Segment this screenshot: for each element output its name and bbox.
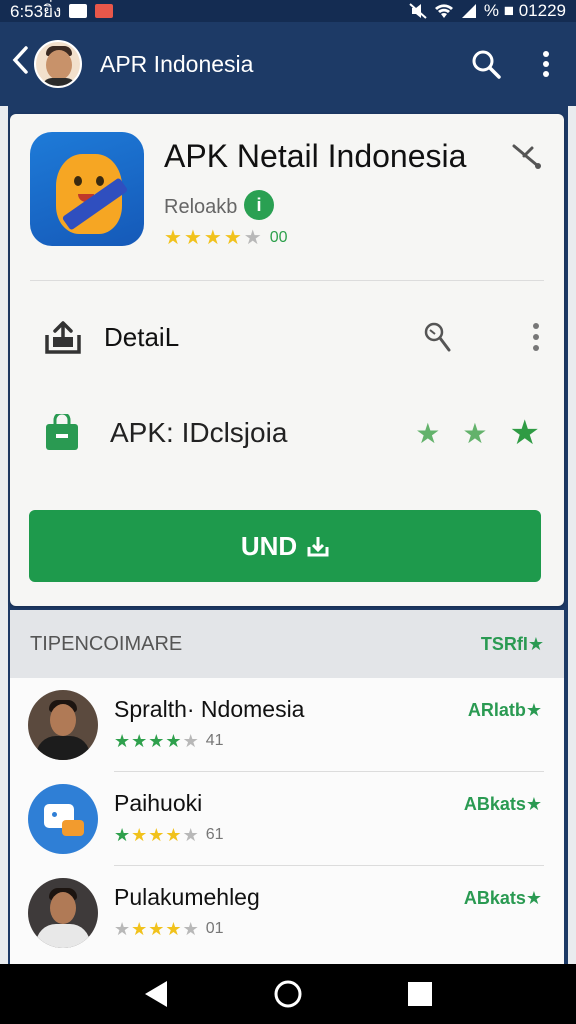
list-item-title: Pulakumehleg xyxy=(114,884,260,910)
mute-icon xyxy=(409,3,427,19)
nav-home-button[interactable] xyxy=(268,974,308,1014)
upload-icon xyxy=(45,321,81,354)
list-item-rating: ★ ★ ★ ★ ★ 41 xyxy=(114,731,224,751)
detail-row[interactable]: DetaiL xyxy=(44,310,540,364)
list-item-title: Paihuoki xyxy=(114,790,203,816)
tools-icon xyxy=(512,144,541,169)
star-icon: ★ xyxy=(415,417,441,449)
rating-count: 61 xyxy=(205,826,224,843)
apk-label: APK: IDclsjoia xyxy=(110,417,288,448)
list-item-rating: ★ ★ ★ ★ ★ 61 xyxy=(114,825,224,845)
download-icon xyxy=(307,537,329,557)
star-icon: ★ xyxy=(243,227,262,249)
search-icon[interactable] xyxy=(422,320,452,354)
signal-icon xyxy=(461,4,476,18)
section-more-link[interactable]: TSRfI★ xyxy=(481,634,544,655)
rating-count: 41 xyxy=(205,732,224,749)
avatar xyxy=(28,690,98,760)
app-notification-icon xyxy=(95,4,114,18)
more-vert-icon[interactable] xyxy=(532,322,540,352)
section-header: TIPENCOIMARE TSRfI★ xyxy=(10,610,564,678)
star-icon: ★ xyxy=(509,414,540,452)
notification-icon xyxy=(69,4,88,18)
list-item-rating: ★ ★ ★ ★ ★ 01 xyxy=(114,919,224,939)
app-title: APK Netail Indonesia xyxy=(164,138,467,174)
shopping-bag-icon xyxy=(46,414,78,450)
apk-row[interactable]: APK: IDclsjoia ★ ★ ★ xyxy=(44,406,540,460)
app-developer[interactable]: Reloakb xyxy=(164,196,237,219)
star-icon: ★ xyxy=(462,417,488,449)
list-item[interactable]: Paihuoki ★ ★ ★ ★ ★ 61 ABkats★ xyxy=(10,772,564,866)
nav-recents-button[interactable] xyxy=(400,974,440,1014)
avatar[interactable] xyxy=(34,40,82,88)
rating-count: 01 xyxy=(205,920,224,937)
back-button[interactable] xyxy=(0,45,34,83)
detail-label: DetaiL xyxy=(104,321,180,352)
list-item[interactable]: Pulakumehleg ★ ★ ★ ★ ★ 01 ABkats★ xyxy=(10,866,564,960)
nav-back-button[interactable] xyxy=(136,974,176,1014)
list-item-action[interactable]: ARlatb★ xyxy=(468,700,542,721)
star-icon: ★ xyxy=(164,227,182,249)
app-rating: ★ ★ ★ ★ ★ 00 xyxy=(164,228,287,248)
home-circle-icon xyxy=(274,980,302,1008)
search-icon xyxy=(472,50,501,79)
recents-square-icon xyxy=(408,982,432,1006)
wifi-icon xyxy=(434,4,453,18)
install-button[interactable]: UND xyxy=(29,510,541,582)
left-edge xyxy=(0,106,8,964)
recommendation-section: TIPENCOIMARE TSRfI★ Spralth· Ndomesia ★ ★… xyxy=(10,610,564,964)
more-vert-icon xyxy=(543,51,549,77)
star-icon: ★ xyxy=(203,227,222,249)
list-item[interactable]: Spralth· Ndomesia ★ ★ ★ ★ ★ 41 ARlatb★ xyxy=(10,678,564,772)
list-item-title: Spralth· Ndomesia xyxy=(114,696,305,722)
right-edge xyxy=(568,106,576,964)
page-title: APR Indonesia xyxy=(100,50,254,77)
app-icon xyxy=(28,784,98,854)
list-item-action[interactable]: ABkats★ xyxy=(464,794,542,815)
install-label: UND xyxy=(240,530,298,561)
section-title: TIPENCOIMARE xyxy=(30,632,183,655)
app-icon[interactable] xyxy=(30,132,144,246)
battery-text: % ■ 01229 xyxy=(483,1,566,20)
divider xyxy=(30,280,544,281)
star-icon: ★ xyxy=(183,227,202,249)
system-nav-bar xyxy=(0,964,576,1024)
back-triangle-icon xyxy=(145,981,167,1007)
rating-count: 00 xyxy=(269,229,288,246)
status-time: 6:53ยิ่ง xyxy=(10,1,62,21)
app-detail-card: APK Netail Indonesia Reloakb i ★ ★ ★ ★ ★… xyxy=(10,114,564,606)
avatar xyxy=(28,878,98,948)
share-button[interactable] xyxy=(510,142,544,172)
verified-badge-icon: i xyxy=(244,190,274,220)
list-item-action[interactable]: ABkats★ xyxy=(464,888,542,909)
chevron-left-icon xyxy=(12,46,28,74)
overflow-menu-button[interactable] xyxy=(516,34,576,94)
search-button[interactable] xyxy=(456,34,516,94)
app-bar: APR Indonesia xyxy=(0,22,576,106)
status-bar: 6:53ยิ่ง % ■ 01229 xyxy=(0,0,576,22)
star-icon: ★ xyxy=(223,227,242,249)
apk-stars: ★ ★ ★ xyxy=(415,413,540,453)
